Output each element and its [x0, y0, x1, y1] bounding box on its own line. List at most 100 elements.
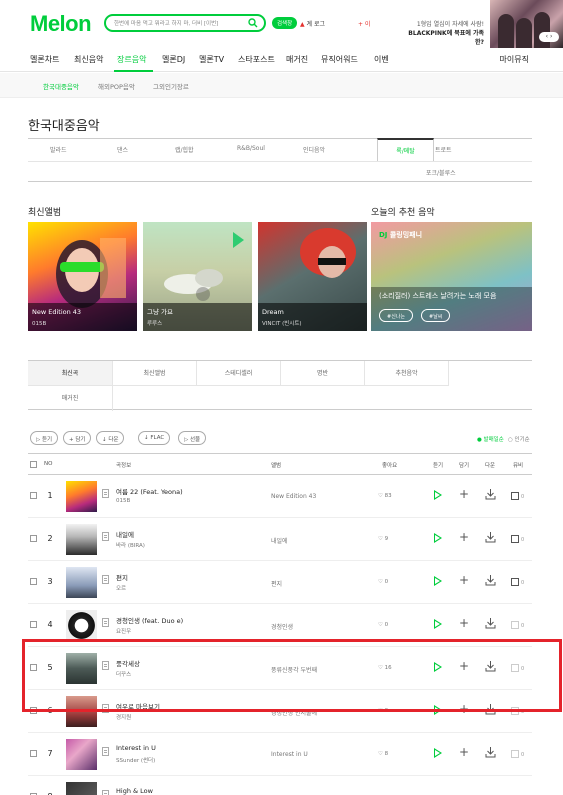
like-count[interactable]: ♡ 0 [378, 579, 388, 585]
listen-all-button[interactable]: ▷ 듣기 [30, 431, 59, 445]
recommend-card[interactable]: DJ 콜링밍패니 (소리질러) 스트레스 날려가는 노래 모음 #신나는 #날씨 [371, 222, 532, 331]
recommend-tag[interactable]: #날씨 [421, 309, 451, 322]
album-thumbnail[interactable] [66, 481, 97, 512]
tab-masterpiece[interactable]: 명반 [281, 361, 365, 386]
mv-icon[interactable] [511, 750, 519, 758]
song-artist[interactable]: 요진우 [116, 627, 131, 635]
search-input[interactable]: 한번에 마음 먹고 뭐라고 하지 마, 더비 [이번] [114, 19, 246, 27]
song-info-icon[interactable] [102, 618, 109, 627]
genre-folk[interactable]: 포크/블루스 [426, 168, 456, 177]
row-checkbox[interactable] [30, 750, 37, 757]
user-login[interactable]: ▲ 계 로그 [300, 19, 325, 28]
song-artist[interactable]: 바라 (BIRA) [116, 541, 145, 549]
nav-star-post[interactable]: 스타포스트 [238, 54, 275, 65]
song-info-icon[interactable] [102, 532, 109, 541]
genre-dance[interactable]: 댄스 [117, 145, 128, 154]
song-info-icon[interactable] [102, 790, 109, 795]
album-thumbnail[interactable] [66, 610, 97, 641]
table-row[interactable]: 7 Interest in U SSunder (썬더) Interest in U ♡… [28, 733, 532, 776]
mv-icon[interactable] [511, 535, 519, 543]
genre-trot[interactable]: 트로트 [435, 145, 452, 154]
play-icon[interactable] [434, 748, 442, 758]
select-all-checkbox[interactable] [30, 461, 37, 468]
song-album[interactable]: New Edition 43 [271, 493, 316, 500]
song-album[interactable]: 경청인생 [271, 622, 293, 631]
flac-button[interactable]: ↓ FLAC [138, 431, 171, 445]
song-title[interactable]: 경청인생 (feat. Duo e) [116, 615, 183, 625]
nav-new-music[interactable]: 최신음악 [74, 54, 103, 65]
tab-recommend[interactable]: 추천음악 [365, 361, 449, 386]
song-info-icon[interactable] [102, 489, 109, 498]
download-button[interactable]: ↓ 다운 [96, 431, 125, 445]
top-banner[interactable]: 1형입 열심이 자세에 사람! BLACKPINK에 북표에 가족한? ‹ › [400, 0, 563, 48]
table-row[interactable]: 3 편지 오르 편지 ♡ 0 +0 [28, 561, 532, 604]
genre-rnb[interactable]: R&B/Soul [237, 145, 265, 152]
song-album[interactable]: 내일에 [271, 536, 288, 545]
song-album[interactable]: Interest in U [271, 751, 308, 758]
subnav-pop-music[interactable]: 해외POP음악 [98, 81, 135, 91]
melon-logo[interactable]: Melon [30, 11, 92, 37]
table-row[interactable]: 8High & Low [28, 776, 532, 795]
tab-latest-albums[interactable]: 최신앨범 [113, 361, 197, 386]
play-icon[interactable] [434, 576, 442, 586]
song-title[interactable]: 편지 [116, 572, 128, 582]
song-artist[interactable]: 경지원 [116, 713, 131, 721]
new-albums-title[interactable]: 최신앨범 [28, 205, 61, 218]
tab-magazine[interactable]: 매거진 [28, 386, 113, 411]
row-checkbox[interactable] [30, 621, 37, 628]
song-title[interactable]: 내일에 [116, 529, 134, 539]
song-artist[interactable]: 오르 [116, 584, 126, 592]
nav-melon-chart[interactable]: 멜론차트 [30, 54, 59, 65]
genre-rock[interactable]: 록/메탈 [377, 138, 434, 162]
play-icon[interactable] [434, 533, 442, 543]
nav-genre-music[interactable]: 장르음악 [117, 54, 146, 65]
song-artist[interactable]: 015B [116, 498, 130, 504]
row-checkbox[interactable] [30, 578, 37, 585]
song-title[interactable]: Interest in U [116, 744, 156, 752]
row-checkbox[interactable] [30, 492, 37, 499]
like-count[interactable]: ♡ 8 [378, 751, 388, 757]
download-icon[interactable] [485, 488, 496, 500]
song-info-icon[interactable] [102, 575, 109, 584]
play-overlay-icon[interactable] [233, 232, 244, 248]
nav-melon-tv[interactable]: 멜론TV [199, 54, 224, 65]
album-thumbnail[interactable] [66, 782, 97, 795]
sort-by-popularity[interactable]: ○ 인기순 [508, 435, 530, 443]
genre-indie[interactable]: 인디음악 [303, 145, 325, 154]
album-thumbnail[interactable] [66, 567, 97, 598]
nav-event[interactable]: 이벤 [374, 54, 389, 65]
table-row[interactable]: 1 여름 22 (Feat. Yeona) 015B New Edition 43 ♡ … [28, 475, 532, 518]
download-icon[interactable] [485, 531, 496, 543]
tab-latest-songs[interactable]: 최신곡 [28, 361, 113, 386]
album-thumbnail[interactable] [66, 524, 97, 555]
notification-badge[interactable]: + 이 [358, 19, 370, 28]
mv-icon[interactable] [511, 621, 519, 629]
subnav-other-genres[interactable]: 그외인기장르 [153, 81, 189, 91]
gift-button[interactable]: ▷ 선물 [178, 431, 207, 445]
song-info-icon[interactable] [102, 747, 109, 756]
download-icon[interactable] [485, 574, 496, 586]
album-card[interactable]: Dream VINCIT (빈시트) [258, 222, 367, 331]
download-icon[interactable] [485, 617, 496, 629]
nav-music-award[interactable]: 뮤직어워드 [321, 54, 358, 65]
genre-ballad[interactable]: 발라드 [50, 145, 67, 154]
add-icon[interactable]: + [459, 572, 469, 588]
song-title[interactable]: 여름 22 (Feat. Yeona) [116, 486, 183, 496]
subnav-korean-music[interactable]: 한국대중음악 [43, 81, 79, 91]
nav-melon-dj[interactable]: 멜론DJ [162, 54, 185, 65]
add-icon[interactable]: + [459, 486, 469, 502]
sort-by-release[interactable]: ● 발매일순 [477, 435, 504, 443]
mv-icon[interactable] [511, 578, 519, 586]
album-card[interactable]: 그냥 가요 루루스 [143, 222, 252, 331]
recommend-tag[interactable]: #신나는 [379, 309, 413, 322]
like-count[interactable]: ♡ 0 [378, 622, 388, 628]
nav-magazine[interactable]: 매거진 [286, 54, 308, 65]
album-card[interactable]: New Edition 43 015B [28, 222, 137, 331]
search-icon[interactable] [248, 18, 258, 28]
mv-icon[interactable] [511, 492, 519, 500]
table-row[interactable]: 2 내일에 바라 (BIRA) 내일에 ♡ 9 +0 [28, 518, 532, 561]
search-box[interactable]: 한번에 마음 먹고 뭐라고 하지 마, 더비 [이번] [104, 14, 266, 32]
row-checkbox[interactable] [30, 535, 37, 542]
add-icon[interactable]: + [459, 615, 469, 631]
add-all-button[interactable]: + 담기 [63, 431, 92, 445]
